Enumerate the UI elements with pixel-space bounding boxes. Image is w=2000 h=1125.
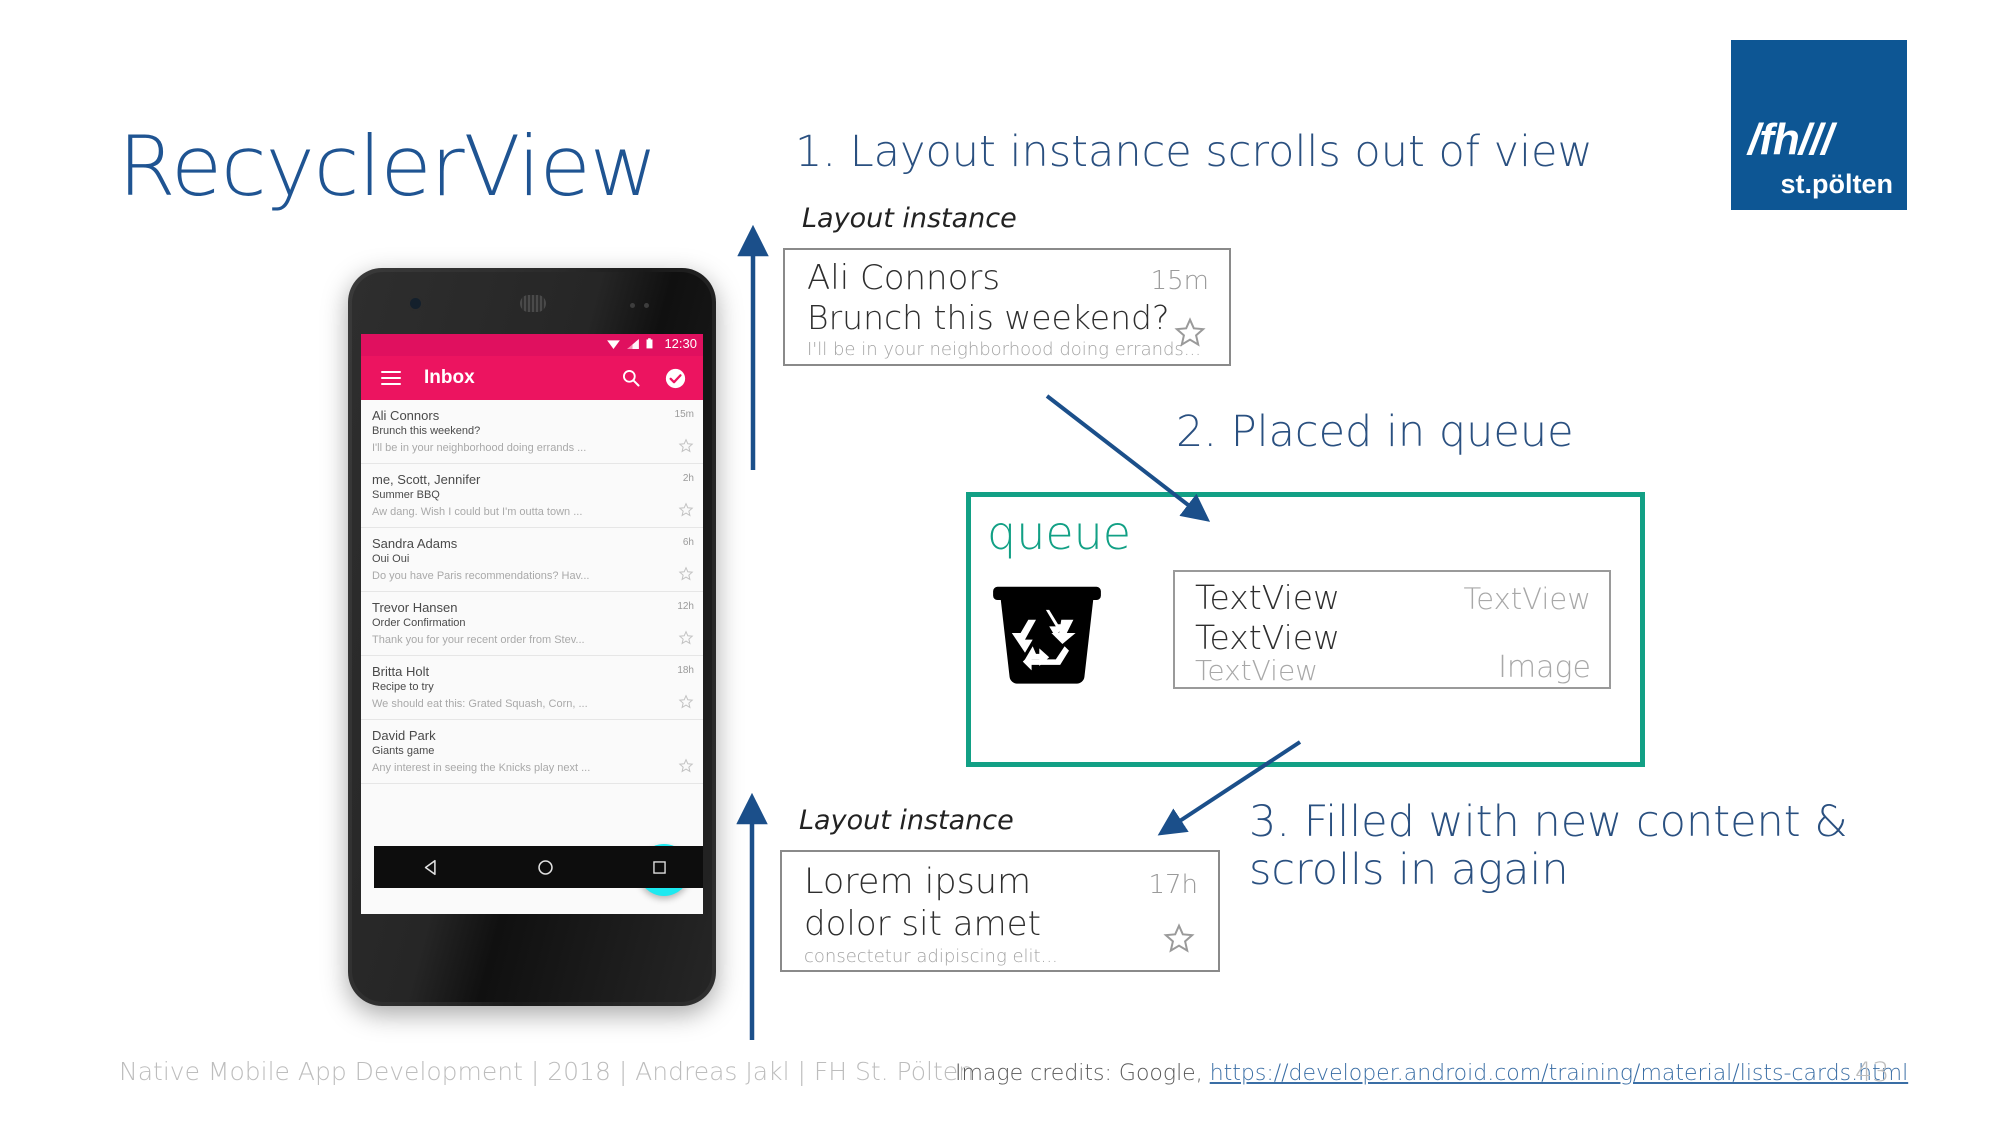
mail-time: 6h — [682, 537, 694, 548]
caption-layout-instance-top: Layout instance — [802, 203, 1017, 234]
mail-sender: Ali Connors — [372, 408, 440, 423]
star-outline-icon[interactable] — [678, 630, 694, 646]
card-time: 15m — [1150, 266, 1209, 296]
caption-layout-instance-bottom: Layout instance — [799, 805, 1014, 836]
footer-course-info: Native Mobile App Development | 2018 | A… — [119, 1057, 974, 1086]
mail-time: 15m — [674, 409, 694, 420]
mail-snippet: Aw dang. Wish I could but I'm outta town… — [372, 506, 583, 518]
phone-mockup: 12:30 Inbox Ali Connors15mBrunch this — [348, 268, 716, 1006]
status-bar-clock: 12:30 — [664, 336, 697, 351]
battery-icon — [646, 338, 653, 349]
star-outline-icon — [1163, 923, 1195, 953]
app-bar-title: Inbox — [424, 367, 475, 388]
page-title: RecyclerView — [118, 118, 658, 215]
queue-card-textview-1: TextView — [1195, 578, 1341, 617]
search-icon[interactable] — [621, 368, 641, 388]
queue-label: queue — [987, 506, 1132, 560]
mail-subject: Giants game — [372, 745, 435, 757]
mail-list-item[interactable]: Britta Holt 18h Recipe to try We should eat… — [361, 656, 703, 720]
mail-sender: Trevor Hansen — [372, 600, 458, 615]
mail-list-item[interactable]: me, Scott, Jennifer 2h Summer BBQ Aw dang. … — [361, 464, 703, 528]
mail-sender: Sandra Adams — [372, 536, 458, 551]
layout-instance-card-top: Ali Connors 15m Brunch this weekend? I'l… — [783, 248, 1231, 366]
mail-subject: Recipe to try — [372, 681, 434, 693]
mail-list-item[interactable]: Ali Connors 15m Brunch this weekend? I'll b… — [361, 400, 703, 464]
logo-subtitle: st.pölten — [1780, 169, 1894, 199]
mail-time: 2h — [682, 473, 694, 484]
star-outline-icon[interactable] — [678, 758, 694, 774]
page-number: 43 — [1855, 1057, 1890, 1088]
mail-time: 18h — [677, 665, 694, 676]
mail-snippet: I'll be in your neighborhood doing erran… — [372, 442, 587, 454]
queue-card-textview-4: TextView — [1195, 654, 1319, 687]
credits-link[interactable]: https://developer.android.com/training/m… — [1210, 1061, 1908, 1086]
mail-snippet: Do you have Paris recommendations? Hav..… — [372, 570, 590, 582]
wifi-icon — [607, 339, 620, 349]
mail-list[interactable]: Ali Connors 15m Brunch this weekend? I'll b… — [361, 400, 703, 784]
mail-snippet: Thank you for your recent order from Ste… — [372, 634, 585, 646]
recycle-bin-icon — [993, 586, 1101, 684]
mail-list-item[interactable]: David Park Giants game Any interest in see… — [361, 720, 703, 784]
mail-sender: David Park — [372, 728, 436, 743]
mail-subject: Brunch this weekend? — [372, 425, 481, 437]
earpiece-speaker — [520, 295, 546, 312]
slide-canvas: /fh/// st.pölten RecyclerView 1. Layout … — [0, 0, 2000, 1125]
mail-subject: Oui Oui — [372, 553, 410, 565]
mail-time: 12h — [677, 601, 694, 612]
mail-subject: Order Confirmation — [372, 617, 466, 629]
android-navigation-bar[interactable] — [374, 846, 703, 888]
card-subject: dolor sit amet — [804, 904, 1041, 944]
mail-snippet: Any interest in seeing the Knicks play n… — [372, 762, 591, 774]
front-camera-icon — [410, 298, 421, 309]
queue-card-textview-3: TextView — [1195, 618, 1341, 657]
android-status-bar: 12:30 — [361, 334, 703, 356]
star-outline-icon[interactable] — [678, 566, 694, 582]
app-bar: Inbox — [361, 356, 703, 400]
star-outline-icon[interactable] — [678, 438, 694, 454]
mail-sender: me, Scott, Jennifer — [372, 472, 481, 487]
proximity-sensors — [630, 303, 654, 308]
mail-subject: Summer BBQ — [372, 489, 440, 501]
logo-wordmark: /fh/// — [1748, 115, 1833, 164]
card-subject: Brunch this weekend? — [807, 298, 1170, 337]
card-snippet: consectetur adipiscing elit... — [804, 946, 1058, 967]
card-sender: Lorem ipsum — [804, 862, 1032, 902]
fh-st-poelten-logo: /fh/// st.pölten — [1731, 40, 1907, 210]
check-circle-icon[interactable] — [665, 368, 686, 389]
home-circle-icon[interactable] — [537, 859, 554, 876]
recents-square-icon[interactable] — [652, 860, 667, 875]
mail-list-item[interactable]: Sandra Adams 6h Oui Oui Do you have Paris r… — [361, 528, 703, 592]
layout-instance-card-bottom: Lorem ipsum 17h dolor sit amet consectet… — [780, 850, 1220, 972]
star-outline-icon — [1174, 317, 1206, 347]
step-2-heading: 2. Placed in queue — [1176, 407, 1574, 457]
layout-instance-card-queue: TextView TextView TextView TextView Imag… — [1173, 570, 1611, 689]
footer-image-credits: Image credits: Google, https://developer… — [955, 1061, 1908, 1086]
card-time: 17h — [1148, 870, 1198, 900]
back-triangle-icon[interactable] — [423, 859, 440, 876]
status-icons — [607, 338, 653, 349]
signal-icon — [627, 338, 639, 349]
credits-label: Image credits: Google, — [955, 1061, 1210, 1086]
card-snippet: I'll be in your neighborhood doing erran… — [807, 339, 1201, 360]
card-sender: Ali Connors — [807, 258, 1001, 298]
queue-card-textview-2: TextView — [1463, 582, 1591, 616]
step-1-heading: 1. Layout instance scrolls out of view — [795, 127, 1593, 177]
step-3-heading: 3. Filled with new content & scrolls in … — [1249, 797, 1848, 896]
queue-card-image-label: Image — [1498, 650, 1591, 685]
star-outline-icon[interactable] — [678, 502, 694, 518]
mail-list-item[interactable]: Trevor Hansen 12h Order Confirmation Thank … — [361, 592, 703, 656]
mail-snippet: We should eat this: Grated Squash, Corn,… — [372, 698, 588, 710]
mail-sender: Britta Holt — [372, 664, 430, 679]
hamburger-menu-icon[interactable] — [381, 371, 401, 385]
star-outline-icon[interactable] — [678, 694, 694, 710]
phone-screen: 12:30 Inbox Ali Connors15mBrunch this — [361, 334, 703, 914]
